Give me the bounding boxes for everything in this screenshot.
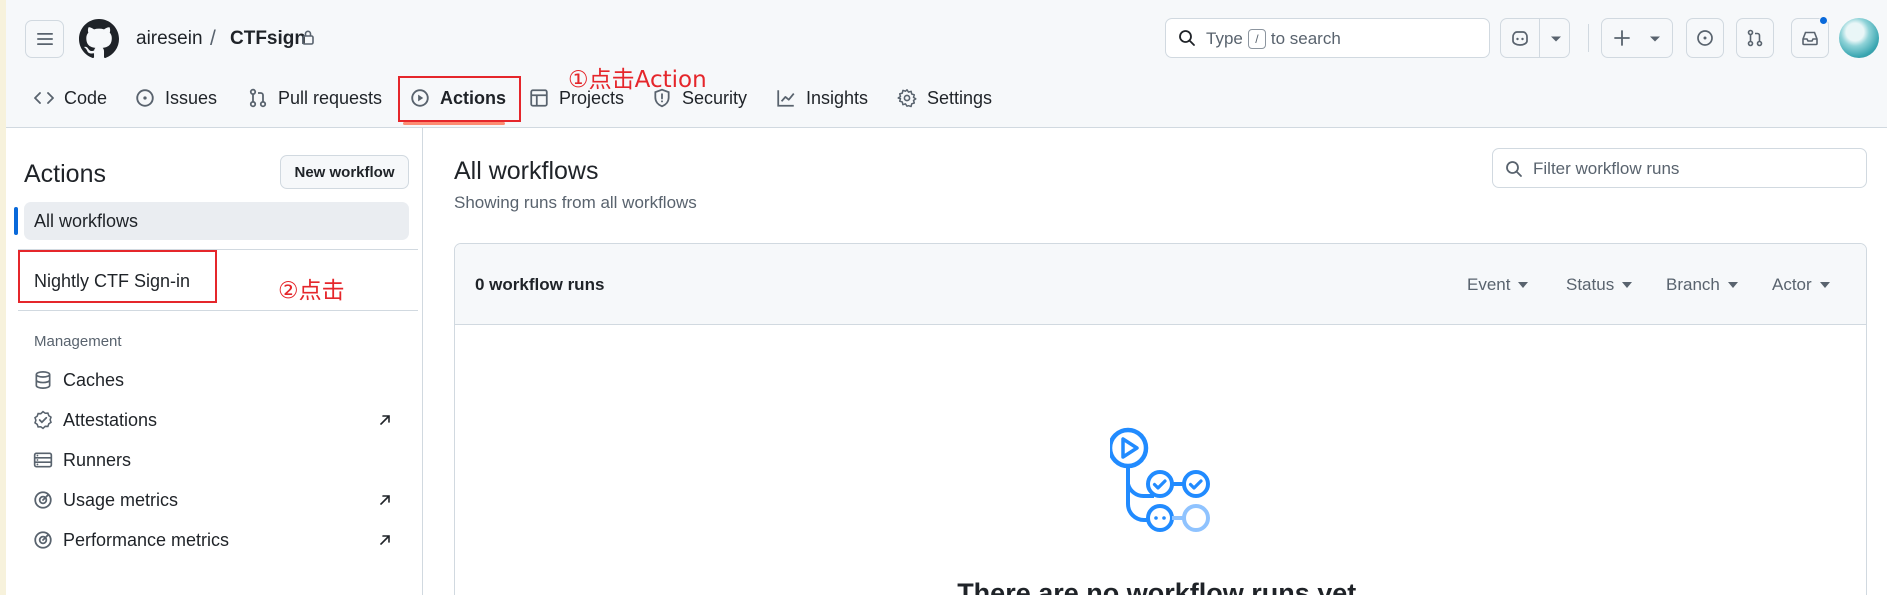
graph-icon — [777, 90, 795, 107]
page-subtitle: Showing runs from all workflows — [454, 193, 697, 212]
branch-filter-dropdown[interactable]: Branch — [1666, 275, 1738, 295]
external-link-icon — [380, 415, 390, 425]
active-tab-indicator — [403, 122, 505, 125]
header-divider — [1588, 24, 1589, 52]
database-icon — [35, 371, 51, 389]
tab-label: Settings — [927, 87, 993, 108]
dropdown-label: Branch — [1666, 275, 1720, 294]
issue-icon — [1697, 30, 1713, 46]
sidebar-item-attestations[interactable]: Attestations — [33, 408, 157, 432]
sidebar-item-label[interactable]: All workflows — [34, 211, 138, 232]
lock-icon — [302, 30, 314, 45]
sidebar-item-performance-metrics[interactable]: Performance metrics — [33, 528, 229, 552]
actor-filter-dropdown[interactable]: Actor — [1772, 275, 1830, 295]
external-link-icon — [380, 535, 390, 545]
chevron-down-icon — [1518, 282, 1529, 288]
sidebar-item-label: Attestations — [63, 409, 158, 430]
meter-icon — [34, 531, 52, 549]
empty-state-title: There are no workflow runs yet. — [957, 578, 1364, 595]
inbox-icon — [1802, 31, 1818, 46]
pull-request-icon — [1747, 29, 1763, 47]
global-search[interactable]: Type / to search — [1165, 18, 1490, 58]
meter-icon — [34, 491, 52, 509]
notification-indicator — [1819, 16, 1828, 25]
your-pull-requests-button[interactable] — [1736, 18, 1774, 58]
sidebar-item-label: Caches — [63, 369, 125, 390]
chevron-down-icon — [1727, 282, 1738, 288]
hamburger-icon — [36, 33, 53, 45]
dropdown-label: Event — [1467, 275, 1511, 294]
search-suffix: to search — [1270, 29, 1341, 48]
tab-pull-requests[interactable]: Pull requests — [248, 86, 382, 110]
workflow-empty-state-icon — [1110, 427, 1210, 532]
chevron-down-icon — [1650, 36, 1660, 42]
tab-label: Insights — [806, 87, 869, 108]
github-actions-page: airesein / CTFsign Type / to search Code… — [6, 0, 1887, 595]
workflow-runs-count: 0 workflow runs — [475, 275, 605, 294]
your-issues-button[interactable] — [1686, 18, 1724, 58]
gear-icon — [897, 89, 917, 108]
sidebar-title: Actions — [24, 160, 106, 188]
search-label: Type — [1206, 29, 1243, 48]
sidebar-item-usage-metrics[interactable]: Usage metrics — [33, 488, 178, 512]
annotation-highlight-workflow — [18, 250, 217, 303]
tab-label: Pull requests — [278, 87, 383, 108]
table-icon — [530, 89, 548, 107]
copilot-icon — [1512, 31, 1528, 46]
search-icon — [1506, 161, 1522, 177]
copilot-divider — [1539, 19, 1540, 57]
create-new-button[interactable] — [1601, 18, 1673, 58]
annotation-step1: ①点击Action — [568, 67, 707, 93]
plus-icon — [1614, 30, 1630, 46]
selected-indicator — [14, 207, 18, 235]
annotation-highlight-actions — [398, 76, 521, 122]
menu-button[interactable] — [25, 20, 64, 58]
filter-workflow-runs-input[interactable]: Filter workflow runs — [1492, 148, 1867, 188]
copilot-button[interactable] — [1500, 18, 1570, 58]
tab-label: Code — [64, 87, 108, 108]
tab-insights[interactable]: Insights — [776, 86, 868, 110]
user-avatar[interactable] — [1839, 18, 1879, 58]
sidebar-item-label: Usage metrics — [63, 489, 179, 510]
sidebar-item-label: Runners — [63, 449, 132, 470]
breadcrumb-owner[interactable]: airesein — [136, 27, 203, 51]
tab-label: Issues — [165, 87, 218, 108]
event-filter-dropdown[interactable]: Event — [1467, 275, 1529, 295]
dropdown-label: Actor — [1772, 275, 1812, 294]
tab-settings[interactable]: Settings — [897, 86, 992, 110]
chevron-down-icon[interactable] — [1550, 35, 1562, 43]
workflow-runs-header: 0 workflow runs Event Status Branch Acto… — [455, 244, 1866, 325]
status-filter-dropdown[interactable]: Status — [1566, 275, 1633, 295]
external-link-icon — [380, 495, 390, 505]
filter-placeholder: Filter workflow runs — [1533, 159, 1680, 178]
workflow-runs-panel: 0 workflow runs Event Status Branch Acto… — [454, 243, 1867, 595]
verified-icon — [34, 410, 52, 430]
issue-icon — [136, 89, 154, 107]
search-shortcut-key: / — [1247, 29, 1266, 49]
search-icon — [1179, 30, 1195, 46]
code-icon — [34, 92, 54, 104]
breadcrumb-separator: / — [210, 27, 216, 50]
tab-code[interactable]: Code — [34, 86, 107, 110]
repo-header: airesein / CTFsign Type / to search Code… — [6, 0, 1887, 128]
github-logo-icon[interactable] — [79, 19, 119, 59]
tab-issues[interactable]: Issues — [135, 86, 217, 110]
management-heading: Management — [34, 333, 122, 350]
sidebar-divider — [18, 310, 418, 311]
server-icon — [33, 452, 53, 468]
annotation-step2: ②点击 — [278, 278, 345, 304]
page-title: All workflows — [454, 157, 599, 185]
search-placeholder: Type / to search — [1206, 29, 1341, 49]
pull-request-icon — [249, 88, 267, 108]
sidebar-item-label: Performance metrics — [63, 529, 230, 550]
sidebar-border — [422, 128, 423, 595]
sidebar-item-caches[interactable]: Caches — [33, 368, 124, 392]
sidebar-item-runners[interactable]: Runners — [33, 448, 131, 472]
new-workflow-button[interactable]: New workflow — [280, 155, 409, 189]
dropdown-label: Status — [1566, 275, 1615, 294]
chevron-down-icon — [1622, 282, 1633, 288]
breadcrumb-repo[interactable]: CTFsign — [230, 27, 306, 51]
chevron-down-icon — [1819, 282, 1830, 288]
